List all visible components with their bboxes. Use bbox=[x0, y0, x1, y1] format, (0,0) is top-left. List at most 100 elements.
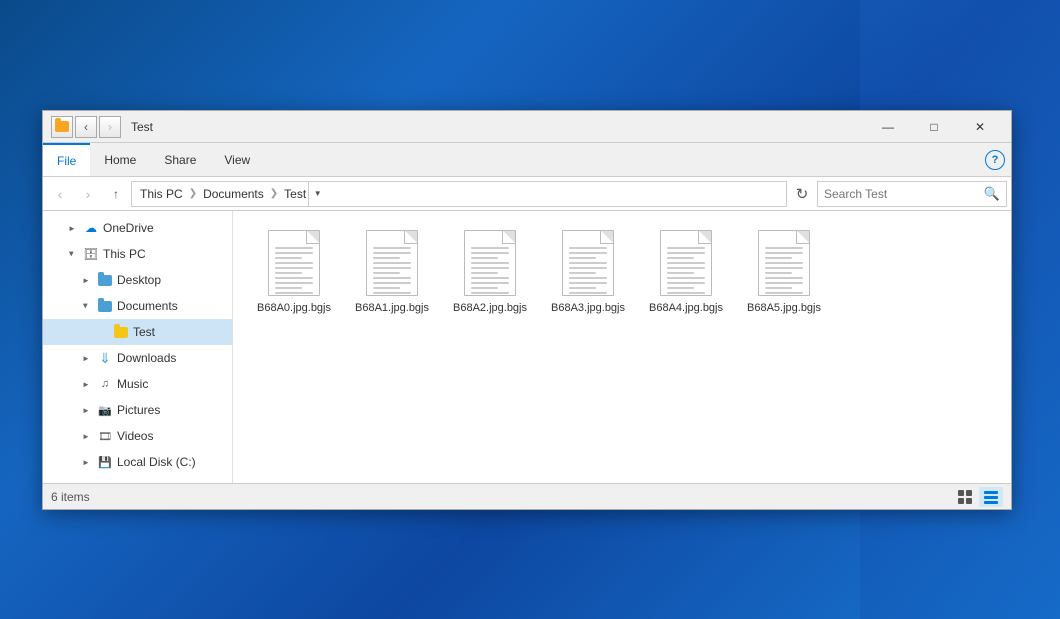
doc-line bbox=[275, 292, 313, 294]
doc-line bbox=[275, 282, 313, 284]
content-area: B68A0.jpg.bgjs B68A1.jpg.bgjs B68A2.jpg.… bbox=[233, 211, 1011, 483]
title-bar: ‹ › Test — □ ✕ bbox=[43, 111, 1011, 143]
breadcrumb-documents[interactable]: Documents bbox=[201, 187, 266, 201]
sidebar-item-downloads[interactable]: ► ⇓ Downloads bbox=[43, 345, 232, 371]
doc-line bbox=[667, 272, 694, 274]
expand-arrow-downloads: ► bbox=[79, 351, 93, 365]
doc-line bbox=[765, 252, 803, 254]
sidebar-item-this-pc[interactable]: ► 🗄 This PC bbox=[43, 241, 232, 267]
sidebar-item-test[interactable]: ► Test bbox=[43, 319, 232, 345]
doc-lines bbox=[471, 247, 509, 294]
sidebar-label-documents: Documents bbox=[117, 299, 178, 313]
sidebar-item-music[interactable]: ► ♫ Music bbox=[43, 371, 232, 397]
tab-view[interactable]: View bbox=[210, 143, 264, 176]
ribbon-bar: File Home Share View ? bbox=[43, 143, 1011, 177]
title-bar-left-buttons: ‹ › bbox=[51, 116, 121, 138]
sidebar-item-videos[interactable]: ► 🎞 Videos bbox=[43, 423, 232, 449]
tab-home[interactable]: Home bbox=[90, 143, 150, 176]
doc-line bbox=[667, 262, 705, 264]
doc-line bbox=[275, 287, 302, 289]
list-icon bbox=[983, 489, 999, 505]
file-item[interactable]: B68A0.jpg.bgjs bbox=[249, 223, 339, 319]
file-explorer-window: ‹ › Test — □ ✕ File Home Share View ? ‹ … bbox=[42, 110, 1012, 510]
file-item[interactable]: B68A5.jpg.bgjs bbox=[739, 223, 829, 319]
doc-line bbox=[275, 257, 302, 259]
expand-arrow-onedrive: ► bbox=[65, 221, 79, 235]
doc-line bbox=[667, 267, 705, 269]
close-button[interactable]: ✕ bbox=[957, 111, 1003, 143]
breadcrumb-sep-2: ❯ bbox=[270, 188, 278, 199]
doc-lines bbox=[373, 247, 411, 294]
minimize-button[interactable]: — bbox=[865, 111, 911, 143]
help-button[interactable]: ? bbox=[985, 150, 1005, 170]
back-button[interactable]: ‹ bbox=[47, 181, 73, 207]
sidebar-item-pictures[interactable]: ► 📷 Pictures bbox=[43, 397, 232, 423]
doc-page bbox=[660, 230, 712, 296]
forward-button[interactable]: › bbox=[75, 181, 101, 207]
sidebar-item-documents[interactable]: ► Documents bbox=[43, 293, 232, 319]
doc-line bbox=[471, 277, 509, 279]
doc-line bbox=[275, 267, 313, 269]
sidebar-label-desktop: Desktop bbox=[117, 273, 161, 287]
doc-line bbox=[667, 277, 705, 279]
videos-icon: 🎞 bbox=[97, 428, 113, 444]
doc-line bbox=[765, 277, 803, 279]
doc-lines bbox=[275, 247, 313, 294]
music-icon: ♫ bbox=[97, 376, 113, 392]
doc-line bbox=[471, 267, 509, 269]
ribbon-spacer bbox=[264, 143, 979, 176]
doc-line bbox=[275, 262, 313, 264]
sidebar-item-desktop[interactable]: ► Desktop bbox=[43, 267, 232, 293]
breadcrumb-test[interactable]: Test bbox=[282, 187, 308, 201]
address-dropdown-button[interactable]: ▼ bbox=[308, 181, 326, 207]
titlebar-icon-btn[interactable] bbox=[51, 116, 73, 138]
breadcrumb-sep-1: ❯ bbox=[189, 188, 197, 199]
doc-line bbox=[471, 252, 509, 254]
search-input[interactable] bbox=[824, 187, 984, 201]
sidebar-label-local-disk: Local Disk (C:) bbox=[117, 455, 196, 469]
expand-arrow-desktop: ► bbox=[79, 273, 93, 287]
sidebar-label-this-pc: This PC bbox=[103, 247, 146, 261]
titlebar-forward-btn[interactable]: › bbox=[99, 116, 121, 138]
doc-line bbox=[569, 262, 607, 264]
sidebar-label-downloads: Downloads bbox=[117, 351, 176, 365]
file-name: B68A1.jpg.bgjs bbox=[355, 301, 429, 315]
doc-line bbox=[275, 247, 313, 249]
doc-line bbox=[373, 277, 411, 279]
status-bar: 6 items bbox=[43, 483, 1011, 509]
refresh-button[interactable]: ↻ bbox=[789, 181, 815, 207]
file-item[interactable]: B68A1.jpg.bgjs bbox=[347, 223, 437, 319]
file-item[interactable]: B68A2.jpg.bgjs bbox=[445, 223, 535, 319]
address-path[interactable]: This PC ❯ Documents ❯ Test ▼ bbox=[131, 181, 787, 207]
sidebar-item-local-disk[interactable]: ► 💾 Local Disk (C:) bbox=[43, 449, 232, 475]
doc-line bbox=[275, 277, 313, 279]
tab-file[interactable]: File bbox=[43, 143, 90, 176]
maximize-button[interactable]: □ bbox=[911, 111, 957, 143]
doc-line bbox=[373, 272, 400, 274]
search-box[interactable]: 🔍 bbox=[817, 181, 1007, 207]
doc-page bbox=[464, 230, 516, 296]
grid-view-button[interactable] bbox=[953, 487, 977, 507]
sidebar-item-onedrive[interactable]: ► ☁ OneDrive bbox=[43, 215, 232, 241]
list-view-button[interactable] bbox=[979, 487, 1003, 507]
cloud-icon: ☁ bbox=[83, 220, 99, 236]
breadcrumb-this-pc[interactable]: This PC bbox=[138, 187, 185, 201]
file-item[interactable]: B68A4.jpg.bgjs bbox=[641, 223, 731, 319]
tab-share[interactable]: Share bbox=[150, 143, 210, 176]
sidebar-label-test: Test bbox=[133, 325, 155, 339]
doc-line bbox=[373, 252, 411, 254]
doc-line bbox=[373, 262, 411, 264]
sidebar-label-onedrive: OneDrive bbox=[103, 221, 154, 235]
doc-page bbox=[268, 230, 320, 296]
file-item[interactable]: B68A3.jpg.bgjs bbox=[543, 223, 633, 319]
search-icon[interactable]: 🔍 bbox=[984, 186, 1000, 202]
up-button[interactable]: ↑ bbox=[103, 181, 129, 207]
breadcrumb: This PC ❯ Documents ❯ Test bbox=[138, 187, 308, 201]
doc-line bbox=[667, 292, 705, 294]
doc-line bbox=[471, 262, 509, 264]
doc-line bbox=[765, 292, 803, 294]
folder-downloads-icon: ⇓ bbox=[97, 350, 113, 366]
expand-arrow-this-pc: ► bbox=[65, 247, 79, 261]
titlebar-back-btn[interactable]: ‹ bbox=[75, 116, 97, 138]
doc-lines bbox=[765, 247, 803, 294]
